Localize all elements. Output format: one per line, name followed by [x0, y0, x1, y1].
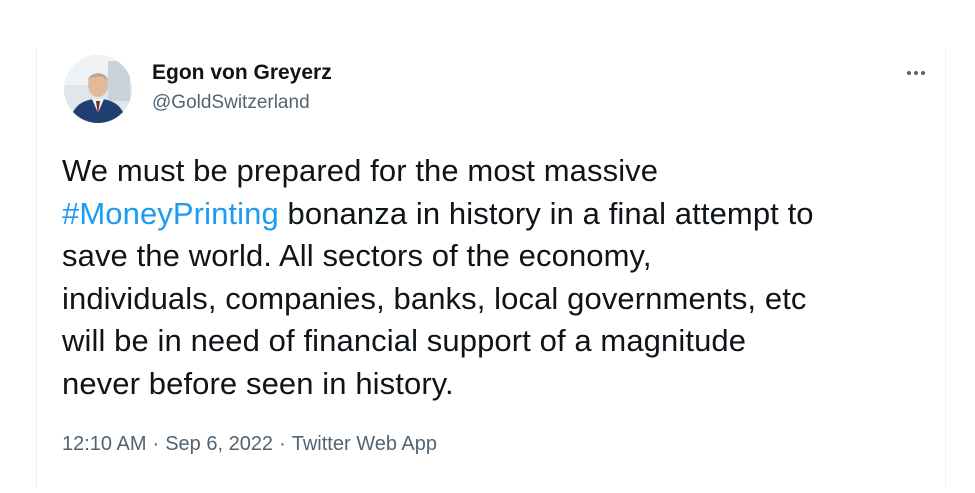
- tweet-metadata: 12:10 AM · Sep 6, 2022 · Twitter Web App: [62, 433, 437, 456]
- tweet-source: Twitter Web App: [291, 433, 437, 455]
- meta-separator: ·: [152, 433, 160, 455]
- author-display-name[interactable]: Egon von Greyerz: [152, 61, 332, 85]
- author-handle[interactable]: @GoldSwitzerland: [152, 92, 310, 114]
- avatar-image: [64, 55, 132, 123]
- tweet-text-line: individuals, companies, banks, local gov…: [62, 280, 807, 316]
- tweet-text-line: will be in need of financial support of …: [62, 323, 747, 358]
- tweet-text: We must be prepared for the most massive…: [62, 150, 942, 405]
- tweet-text-line: #MoneyPrinting bonanza in history in a f…: [62, 193, 942, 236]
- tweet-text-line: We must be prepared for the most massive: [62, 153, 659, 188]
- hashtag-link[interactable]: #MoneyPrinting: [62, 196, 279, 231]
- tweet-date-link[interactable]: Sep 6, 2022: [165, 433, 273, 455]
- avatar[interactable]: [64, 55, 132, 123]
- more-options-button[interactable]: [896, 58, 936, 88]
- tweet-text-segment: bonanza in history in a final attempt to: [278, 195, 814, 231]
- tweet-time-link[interactable]: 12:10 AM: [62, 433, 147, 455]
- tweet-text-line: never before seen in history.: [62, 365, 454, 401]
- tweet-text-line: save the world. All sectors of the econo…: [62, 238, 652, 273]
- more-horizontal-icon: [906, 71, 927, 75]
- meta-separator: ·: [279, 433, 286, 455]
